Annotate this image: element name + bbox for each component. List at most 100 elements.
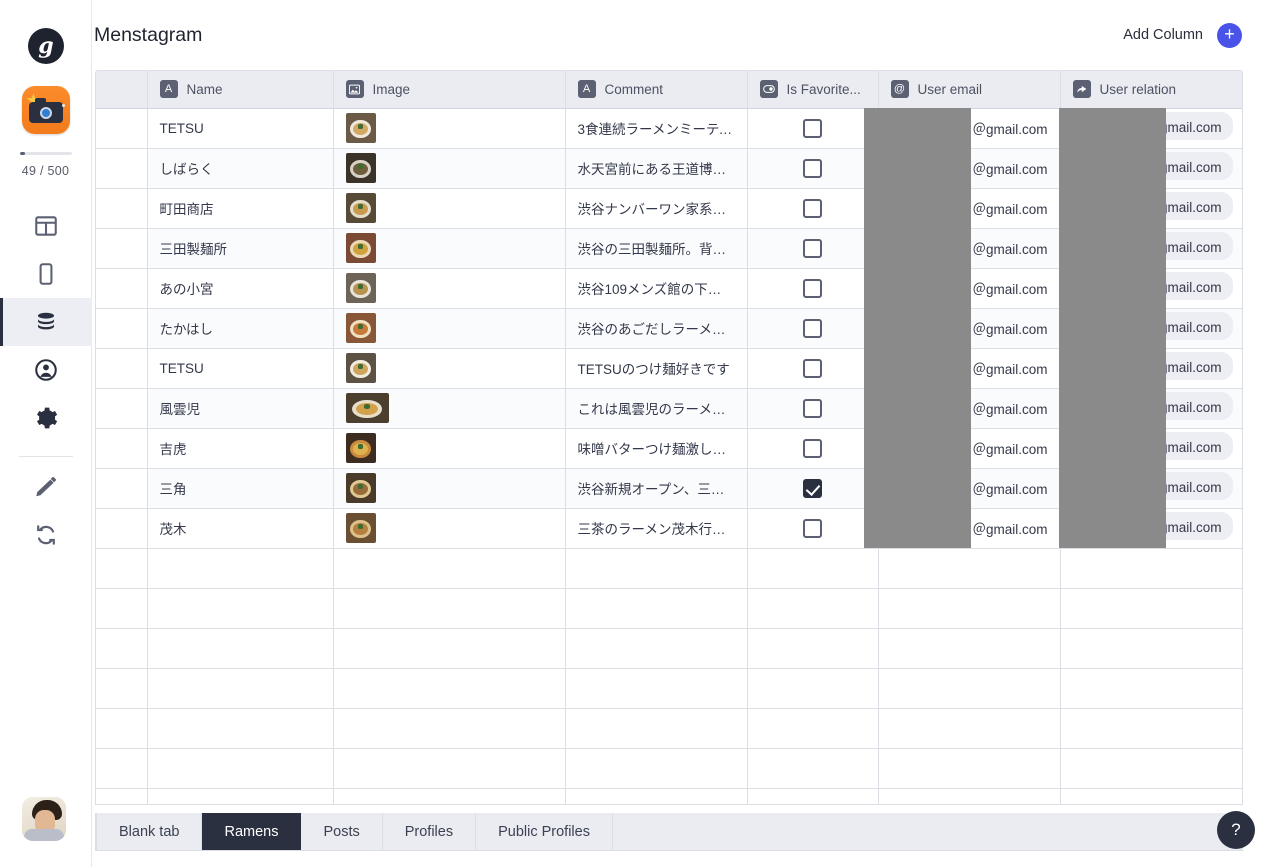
row-gutter[interactable] xyxy=(96,468,148,509)
empty-cell[interactable] xyxy=(1060,548,1242,589)
tab-profiles[interactable]: Profiles xyxy=(383,813,477,850)
cell-is-favorite[interactable] xyxy=(747,428,879,469)
empty-cell[interactable] xyxy=(747,708,879,749)
sidebar-item-users[interactable] xyxy=(0,346,92,394)
cell-name[interactable]: TETSU xyxy=(147,348,334,389)
ramen-photo-thumbnail[interactable] xyxy=(345,193,376,223)
empty-cell[interactable] xyxy=(747,588,879,629)
empty-cell[interactable] xyxy=(878,588,1061,629)
cell-name[interactable]: 三角 xyxy=(147,468,334,509)
cell-image[interactable] xyxy=(333,148,566,189)
empty-cell[interactable] xyxy=(747,788,879,804)
cell-is-favorite[interactable] xyxy=(747,148,879,189)
tab-posts[interactable]: Posts xyxy=(301,813,383,850)
row-gutter[interactable] xyxy=(96,428,148,469)
empty-cell[interactable] xyxy=(1060,668,1242,709)
cell-is-favorite[interactable] xyxy=(747,268,879,309)
table-row[interactable]: 茂木 三茶のラーメン茂木行って… ＠gmail.com ＠gmail.com xyxy=(96,508,1242,549)
sidebar-item-layout[interactable] xyxy=(0,202,92,250)
empty-cell[interactable] xyxy=(96,708,148,749)
ramen-photo-thumbnail[interactable] xyxy=(345,353,376,383)
favorite-checkbox[interactable] xyxy=(803,118,822,138)
empty-cell[interactable] xyxy=(147,668,334,709)
data-grid[interactable]: A Name Image A Comment Is Favorite... @ … xyxy=(95,70,1243,805)
empty-cell[interactable] xyxy=(333,588,566,629)
empty-cell[interactable] xyxy=(96,668,148,709)
empty-row[interactable] xyxy=(96,628,1242,669)
cell-user-email[interactable]: ＠gmail.com xyxy=(878,428,1061,469)
empty-cell[interactable] xyxy=(878,748,1061,789)
empty-cell[interactable] xyxy=(565,788,748,804)
camera-app-icon[interactable] xyxy=(21,86,70,134)
cell-user-email[interactable]: ＠gmail.com xyxy=(878,188,1061,229)
column-header-comment[interactable]: A Comment xyxy=(565,71,748,109)
empty-cell[interactable] xyxy=(878,668,1061,709)
relation-chip[interactable]: ＠gmail.com xyxy=(1135,111,1233,140)
cell-user-relation[interactable]: ＠gmail.com xyxy=(1060,508,1242,549)
cell-name[interactable]: たかはし xyxy=(147,308,334,349)
cell-name[interactable]: 町田商店 xyxy=(147,188,334,229)
cell-user-email[interactable]: ＠gmail.com xyxy=(878,228,1061,269)
table-row[interactable]: たかはし 渋谷のあごだしラーメン2… ＠gmail.com ＠gmail.com xyxy=(96,308,1242,349)
cell-image[interactable] xyxy=(333,108,566,149)
empty-cell[interactable] xyxy=(147,628,334,669)
cell-is-favorite[interactable] xyxy=(747,308,879,349)
cell-is-favorite[interactable] xyxy=(747,388,879,429)
ramen-photo-thumbnail[interactable] xyxy=(345,153,376,183)
cell-is-favorite[interactable] xyxy=(747,108,879,149)
sidebar-item-design[interactable] xyxy=(0,463,92,511)
empty-cell[interactable] xyxy=(878,788,1061,804)
cell-user-relation[interactable]: ＠gmail.com xyxy=(1060,188,1242,229)
add-column-button[interactable]: + xyxy=(1217,22,1242,48)
column-header-user-relation[interactable]: User relation xyxy=(1060,71,1242,109)
row-gutter[interactable] xyxy=(96,348,148,389)
favorite-checkbox[interactable] xyxy=(803,318,822,338)
favorite-checkbox[interactable] xyxy=(803,478,822,498)
cell-name[interactable]: 吉虎 xyxy=(147,428,334,469)
cell-user-email[interactable]: ＠gmail.com xyxy=(878,108,1061,149)
cell-user-email[interactable]: ＠gmail.com xyxy=(878,308,1061,349)
empty-cell[interactable] xyxy=(747,628,879,669)
brand-logo[interactable]: g xyxy=(27,28,64,64)
empty-cell[interactable] xyxy=(333,668,566,709)
empty-cell[interactable] xyxy=(96,588,148,629)
column-header-image[interactable]: Image xyxy=(333,71,566,109)
cell-user-relation[interactable]: ＠gmail.com xyxy=(1060,228,1242,269)
empty-cell[interactable] xyxy=(1060,588,1242,629)
cell-is-favorite[interactable] xyxy=(747,228,879,269)
tab-public-profiles[interactable]: Public Profiles xyxy=(476,813,613,850)
ramen-photo-thumbnail[interactable] xyxy=(345,113,376,143)
table-row[interactable]: TETSU 3食連続ラーメンミーティ… ＠gmail.com ＠gmail.com xyxy=(96,108,1242,149)
empty-cell[interactable] xyxy=(147,708,334,749)
cell-is-favorite[interactable] xyxy=(747,508,879,549)
cell-name[interactable]: 風雲児 xyxy=(147,388,334,429)
empty-cell[interactable] xyxy=(1060,788,1242,804)
cell-user-relation[interactable]: ＠gmail.com xyxy=(1060,388,1242,429)
ramen-photo-thumbnail[interactable] xyxy=(345,233,376,263)
cell-image[interactable] xyxy=(333,188,566,229)
cell-is-favorite[interactable] xyxy=(747,468,879,509)
favorite-checkbox[interactable] xyxy=(803,398,822,418)
favorite-checkbox[interactable] xyxy=(803,238,822,258)
cell-image[interactable] xyxy=(333,388,566,429)
table-row[interactable]: 三田製麺所 渋谷の三田製麺所。背脂… ＠gmail.com ＠gmail.com xyxy=(96,228,1242,269)
cell-name[interactable]: 三田製麺所 xyxy=(147,228,334,269)
favorite-checkbox[interactable] xyxy=(803,518,822,538)
table-row[interactable]: 風雲児 これは風雲児のラーメン… ＠gmail.com ＠gmail.com xyxy=(96,388,1242,429)
empty-cell[interactable] xyxy=(333,548,566,589)
favorite-checkbox[interactable] xyxy=(803,358,822,378)
cell-name[interactable]: あの小宮 xyxy=(147,268,334,309)
cell-user-email[interactable]: ＠gmail.com xyxy=(878,348,1061,389)
empty-cell[interactable] xyxy=(747,668,879,709)
ramen-photo-thumbnail[interactable] xyxy=(345,273,376,303)
ramen-photo-thumbnail[interactable] xyxy=(345,433,376,463)
relation-chip[interactable]: ＠gmail.com xyxy=(1135,151,1233,180)
table-row[interactable]: あの小宮 渋谷109メンズ館の下に出… ＠gmail.com ＠gmail.com xyxy=(96,268,1242,309)
table-row[interactable]: 吉虎 味噌バターつけ麺激しょ… ＠gmail.com ＠gmail.com xyxy=(96,428,1242,469)
empty-cell[interactable] xyxy=(333,748,566,789)
empty-row[interactable] xyxy=(96,788,1242,804)
empty-cell[interactable] xyxy=(147,748,334,789)
empty-cell[interactable] xyxy=(96,748,148,789)
table-row[interactable]: しばらく 水天宮前にある王道博多… ＠gmail.com ＠gmail.com xyxy=(96,148,1242,189)
relation-chip[interactable]: ＠gmail.com xyxy=(1135,311,1233,340)
